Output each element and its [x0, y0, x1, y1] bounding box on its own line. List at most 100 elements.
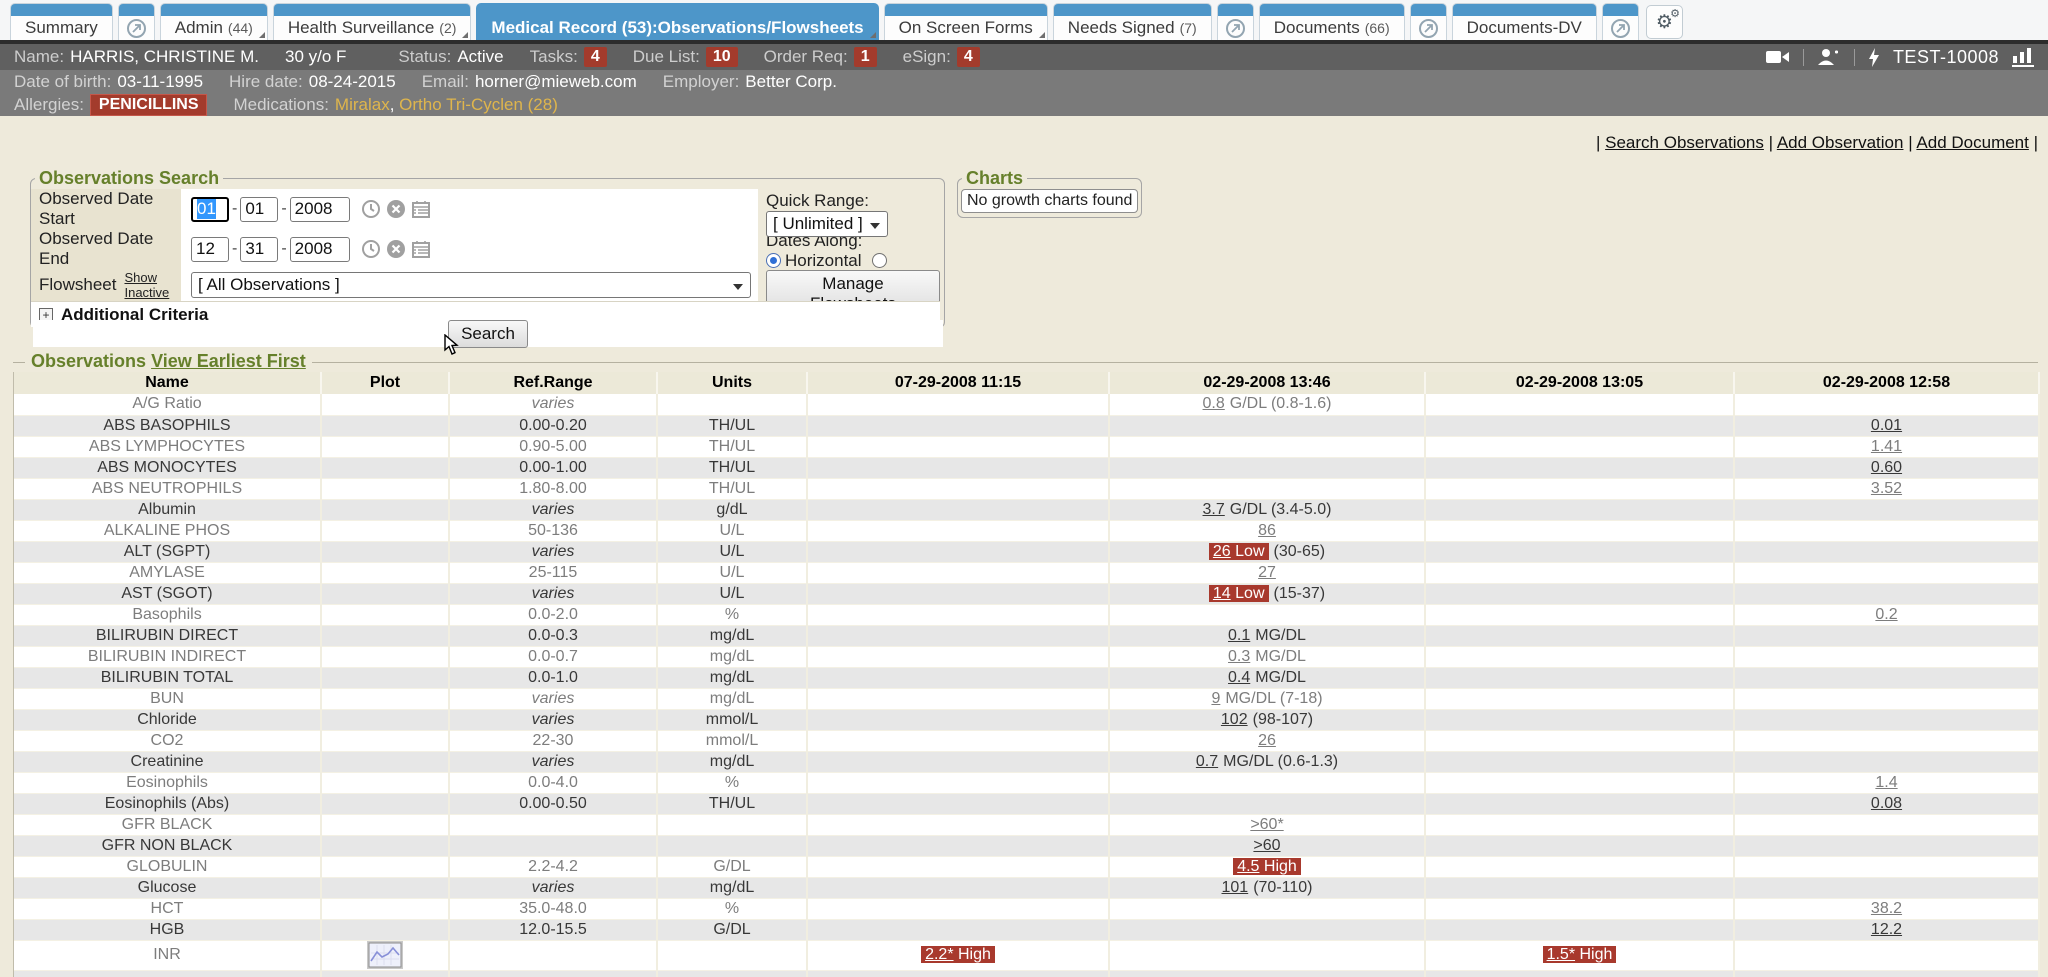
date-start-month-input[interactable]: 01 — [191, 197, 229, 222]
observation-value-link[interactable]: 0.8 — [1203, 395, 1225, 412]
observation-value-link[interactable]: 101 — [1222, 879, 1249, 896]
tab-summary[interactable]: Summary — [10, 3, 113, 40]
date-start-day-input[interactable]: 01 — [240, 197, 278, 222]
observations-table: NamePlotRef.RangeUnits07-29-2008 11:1502… — [13, 372, 2038, 977]
tasks-badge[interactable]: 4 — [584, 47, 607, 67]
obs-value-cell: 3.7G/DL (3.4-5.0) — [1109, 499, 1425, 520]
observation-value-link[interactable]: 0.2 — [1875, 606, 1897, 623]
observation-value-link[interactable]: 27 — [1258, 564, 1276, 581]
observation-value-link[interactable]: 1.5* — [1547, 946, 1575, 963]
obs-value-cell — [1734, 394, 2039, 415]
observation-value-link[interactable]: 1.4 — [1875, 774, 1897, 791]
obs-plot[interactable] — [321, 940, 449, 970]
observation-value-link[interactable]: 14 — [1213, 585, 1231, 602]
column-header: 02-29-2008 13:05 — [1425, 372, 1734, 394]
search-observations-link[interactable]: Search Observations — [1605, 133, 1764, 152]
view-earliest-first-link[interactable]: View Earliest First — [151, 351, 306, 371]
abnormal-flag: 14 Low — [1209, 585, 1269, 602]
observation-value-link[interactable]: 3.52 — [1871, 480, 1902, 497]
obs-units: U/L — [657, 583, 807, 604]
clock-icon[interactable] — [362, 240, 380, 258]
allergy-badge[interactable]: PENICILLINS — [90, 94, 208, 116]
observation-value-link[interactable]: >60 — [1253, 837, 1280, 854]
obs-plot — [321, 709, 449, 730]
medication-link[interactable]: Ortho Tri-Cyclen (28) — [399, 95, 558, 114]
open-in-new-icon[interactable] — [1410, 3, 1447, 40]
column-header: 07-29-2008 11:15 — [807, 372, 1109, 394]
person-add-icon[interactable] — [1817, 48, 1841, 66]
tab-admin[interactable]: Admin(44) — [160, 3, 268, 40]
observation-value-link[interactable]: 26 — [1213, 543, 1231, 560]
observation-value-link[interactable]: 12.2 — [1871, 921, 1902, 938]
clear-date-icon[interactable] — [387, 240, 405, 258]
add-document-link[interactable]: Add Document — [1916, 133, 2028, 152]
flowsheet-select[interactable]: [ All Observations ] — [191, 272, 751, 298]
date-start-year-input[interactable]: 2008 — [290, 197, 350, 222]
obs-value-cell — [807, 814, 1109, 835]
open-in-new-icon[interactable] — [118, 3, 155, 40]
observation-value-link[interactable]: 0.08 — [1871, 795, 1902, 812]
order-req-badge[interactable]: 1 — [854, 47, 877, 67]
obs-units: mg/dL — [657, 667, 807, 688]
obs-units: mg/dL — [657, 688, 807, 709]
quick-range-select[interactable]: [ Unlimited ] — [766, 211, 888, 237]
observation-value-link[interactable]: 0.3 — [1228, 648, 1250, 665]
show-inactive-link[interactable]: Show Inactive — [124, 270, 181, 300]
due-list-badge[interactable]: 10 — [706, 47, 738, 67]
tab-medical-record-53-observations-flowsheets[interactable]: Medical Record (53):Observations/Flowshe… — [476, 3, 878, 40]
tab-documents-dv[interactable]: Documents-DV — [1452, 3, 1597, 40]
tab-health-surveillance[interactable]: Health Surveillance(2) — [273, 3, 472, 40]
table-row: Basophils0.0-2.0%0.2 — [14, 604, 2039, 625]
observation-value-link[interactable]: 38.2 — [1871, 900, 1902, 917]
open-in-new-icon[interactable] — [1602, 3, 1639, 40]
dates-along-radio-horizontal[interactable]: Horizontal — [766, 251, 862, 270]
observation-value-link[interactable]: 9 — [1211, 690, 1220, 707]
gears-icon[interactable]: ⚙⚙ — [1646, 5, 1683, 39]
clear-date-icon[interactable] — [387, 200, 405, 218]
obs-units — [657, 940, 807, 970]
date-end-month-input[interactable]: 12 — [191, 237, 229, 262]
obs-value-cell — [1425, 499, 1734, 520]
clock-icon[interactable] — [362, 200, 380, 218]
obs-value-cell — [1425, 688, 1734, 709]
observation-value-link[interactable]: 0.7 — [1196, 753, 1218, 770]
table-row: INR2.2* High1.5* High — [14, 940, 2039, 970]
observation-value-link[interactable]: 86 — [1258, 522, 1276, 539]
obs-value-cell: 0.01 — [1734, 415, 2039, 436]
open-in-new-icon[interactable] — [1217, 3, 1254, 40]
calendar-icon[interactable] — [412, 201, 430, 218]
calendar-icon[interactable] — [412, 241, 430, 258]
observation-value-link[interactable]: 3.7 — [1203, 501, 1225, 518]
date-end-day-input[interactable]: 31 — [240, 237, 278, 262]
obs-units: TH/UL — [657, 415, 807, 436]
tab-needs-signed[interactable]: Needs Signed(7) — [1053, 3, 1212, 40]
obs-ref-range — [449, 940, 657, 970]
bar-chart-icon[interactable] — [2012, 48, 2034, 67]
observation-value-link[interactable]: 2.2* — [925, 946, 953, 963]
obs-name: ABS LYMPHOCYTES — [14, 436, 321, 457]
tab-on-screen-forms[interactable]: On Screen Forms — [884, 3, 1048, 40]
obs-value-cell — [807, 562, 1109, 583]
lightning-icon[interactable] — [1868, 48, 1880, 67]
esign-badge[interactable]: 4 — [957, 47, 980, 67]
obs-name: AMYLASE — [14, 562, 321, 583]
date-end-year-input[interactable]: 2008 — [290, 237, 350, 262]
obs-value-cell — [1425, 562, 1734, 583]
observation-value-link[interactable]: 26 — [1258, 732, 1276, 749]
observation-value-link[interactable]: 1.41 — [1871, 438, 1902, 455]
medication-link[interactable]: Miralax — [335, 95, 390, 114]
observation-value-link[interactable]: 0.01 — [1871, 417, 1902, 434]
observation-value-link[interactable]: 0.4 — [1228, 669, 1250, 686]
observation-value-link[interactable]: 0.1 — [1228, 627, 1250, 644]
observation-value-link[interactable]: >60* — [1250, 816, 1283, 833]
tab-documents[interactable]: Documents(66) — [1259, 3, 1405, 40]
search-button[interactable]: Search — [448, 320, 528, 348]
obs-value-cell — [807, 730, 1109, 751]
observation-value-link[interactable]: 102 — [1221, 711, 1248, 728]
video-camera-icon[interactable] — [1766, 49, 1790, 65]
obs-ref-range — [449, 835, 657, 856]
observation-value-link[interactable]: 0.60 — [1871, 459, 1902, 476]
add-observation-link[interactable]: Add Observation — [1777, 133, 1904, 152]
hire-date-value: 08-24-2015 — [309, 72, 396, 92]
observation-value-link[interactable]: 4.5 — [1237, 858, 1259, 875]
